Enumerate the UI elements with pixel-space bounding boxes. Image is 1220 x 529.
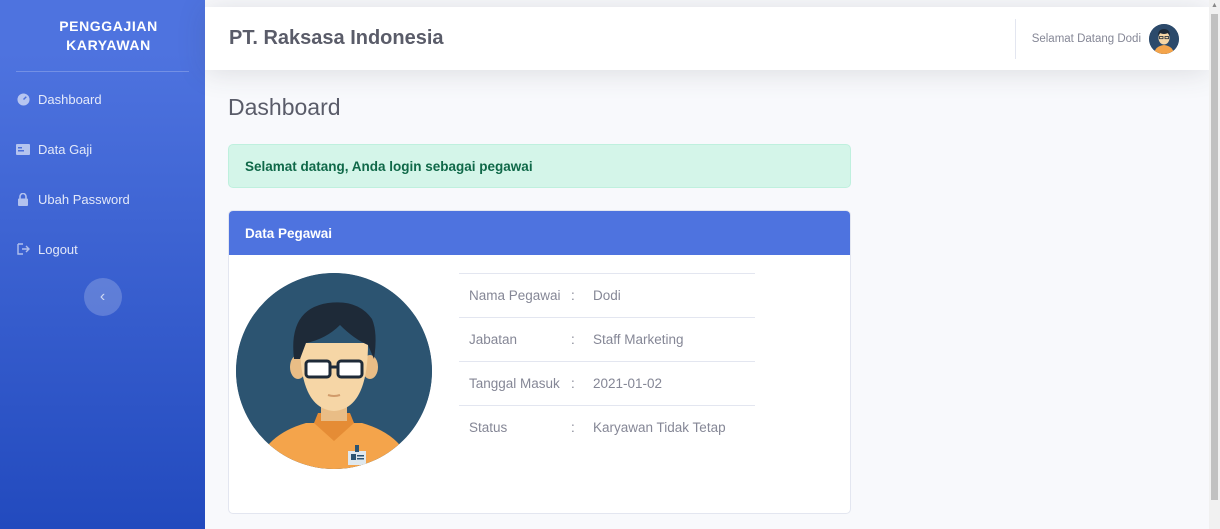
employee-card: Data Pegawai Nama Pegawai: Dodi Jabatan… [228,210,851,514]
money-icon [16,142,30,156]
alert-text: Selamat datang, Anda login sebagai pegaw… [245,158,533,174]
topbar: PT. Raksasa Indonesia Selamat Datang Dod… [205,7,1209,70]
employee-info-table: Nama Pegawai : Dodi Jabatan : Staff Mark… [459,273,755,450]
sidebar-item-data-gaji[interactable]: Data Gaji [0,124,205,174]
sidebar-item-label: Data Gaji [38,141,93,157]
info-separator: : [571,405,593,450]
info-value: 2021-01-02 [593,361,755,406]
topbar-divider [1014,18,1016,59]
info-separator: : [571,273,593,318]
page-title: Dashboard [228,94,341,120]
sidebar-item-ubah-password[interactable]: Ubah Password [0,174,205,224]
info-label: Jabatan [459,317,571,362]
chevron-left-icon: ‹ [99,288,106,305]
table-row: Tanggal Masuk : 2021-01-02 [459,361,755,406]
sidebar-toggle-wrap: ‹ [0,278,205,316]
table-row: Jabatan : Staff Marketing [459,317,755,362]
info-value: Staff Marketing [593,317,755,362]
sidebar-divider [16,71,189,72]
table-row: Status : Karyawan Tidak Tetap [459,405,755,450]
sidebar-item-label: Ubah Password [38,191,130,207]
scroll-up-arrow-icon[interactable]: ▲ [1211,2,1218,9]
table-row: Nama Pegawai : Dodi [459,273,755,318]
topbar-user-area: Selamat Datang Dodi [1014,7,1209,70]
employee-photo [236,273,432,469]
card-title: Data Pegawai [245,225,333,241]
page-scrollbar[interactable]: ▲ [1209,0,1220,529]
user-welcome-text[interactable]: Selamat Datang Dodi [1032,33,1141,45]
info-separator: : [571,361,593,406]
card-header: Data Pegawai [229,211,850,255]
success-alert: Selamat datang, Anda login sebagai pegaw… [228,144,851,188]
sidebar-item-label: Logout [38,241,78,257]
sidebar-item-logout[interactable]: Logout [0,224,205,274]
info-label: Status [459,405,571,450]
info-value: Dodi [593,273,755,318]
info-label: Tanggal Masuk [459,361,571,406]
sidebar-brand[interactable]: PENGGAJIAN KARYAWAN [0,0,205,71]
company-name: PT. Raksasa Indonesia [229,27,444,49]
info-value: Karyawan Tidak Tetap [593,405,755,450]
info-label: Nama Pegawai [459,273,571,318]
sidebar-item-label: Dashboard [38,91,102,107]
lock-icon [16,192,30,206]
sign-out-icon [16,242,30,256]
sidebar: PENGGAJIAN KARYAWAN Dashboard Data Gaji … [0,0,205,529]
info-separator: : [571,317,593,362]
sidebar-toggle-button[interactable]: ‹ [83,278,122,316]
user-avatar[interactable] [1149,23,1179,54]
scrollbar-thumb[interactable] [1211,14,1218,500]
tachometer-icon [16,92,30,106]
sidebar-item-dashboard[interactable]: Dashboard [0,74,205,124]
